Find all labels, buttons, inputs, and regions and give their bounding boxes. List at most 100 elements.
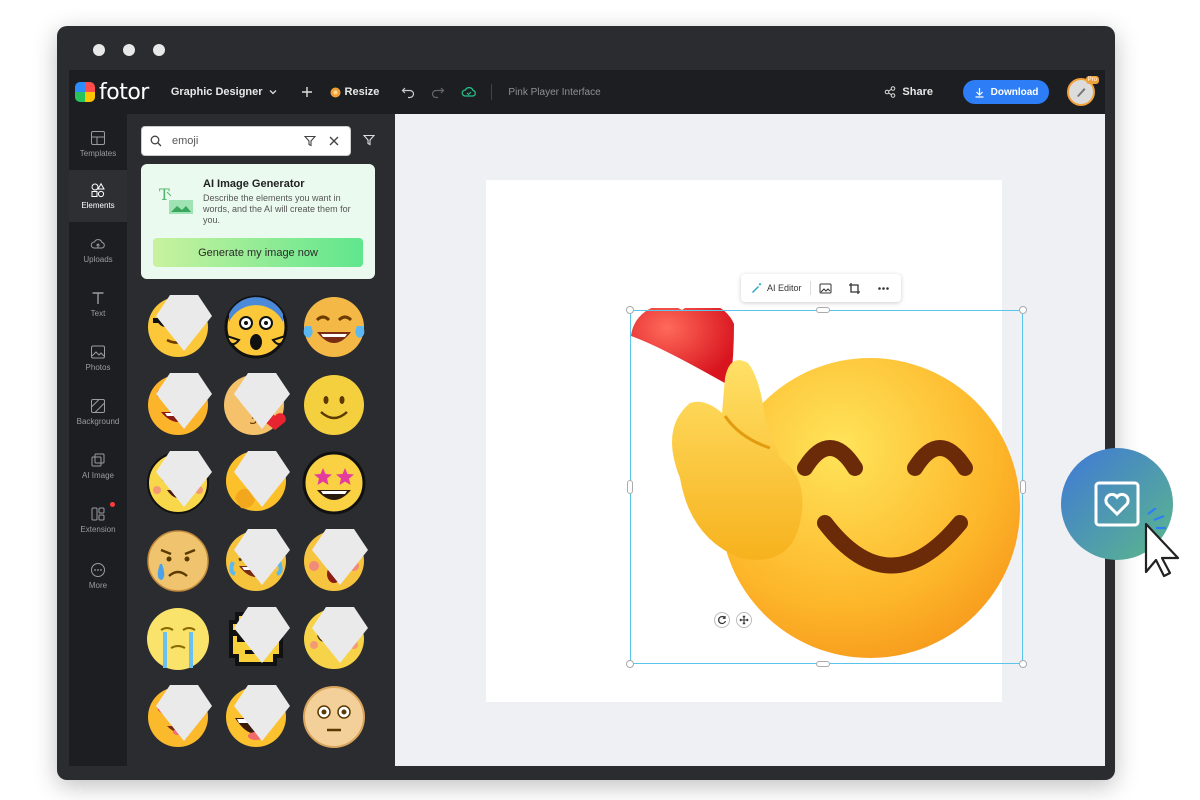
- ai-editor-label: AI Editor: [767, 283, 802, 293]
- rail-item-photos[interactable]: Photos: [69, 332, 127, 384]
- premium-badge-icon: [156, 373, 212, 429]
- magic-wand-icon: [752, 283, 762, 293]
- move-control[interactable]: [736, 612, 752, 628]
- emoji-item[interactable]: [299, 602, 369, 672]
- resize-handle-right[interactable]: [1020, 480, 1026, 494]
- emoji-item[interactable]: [299, 680, 369, 750]
- rail-label: Extension: [80, 525, 116, 534]
- ai-card-description: Describe the elements you want in words,…: [203, 193, 351, 225]
- more-icon: [91, 563, 105, 577]
- premium-badge-icon: [234, 607, 290, 663]
- move-icon: [739, 615, 749, 625]
- selection-box: [630, 310, 1023, 664]
- close-icon[interactable]: [328, 135, 340, 147]
- rail-item-elements[interactable]: Elements: [69, 170, 127, 222]
- redo-icon[interactable]: [431, 85, 445, 99]
- emoji-item[interactable]: [143, 680, 213, 750]
- crop-icon[interactable]: [848, 282, 861, 295]
- resize-handle-top[interactable]: [816, 307, 830, 313]
- premium-badge-icon: [156, 451, 212, 507]
- ai-text-to-image-icon: T: [159, 185, 193, 214]
- resize-handle-bottom-right[interactable]: [1019, 660, 1027, 668]
- star-struck-emoji-icon: [302, 451, 366, 515]
- emoji-item[interactable]: [143, 524, 213, 594]
- resize-handle-top-right[interactable]: [1019, 306, 1027, 314]
- emoji-item[interactable]: [221, 446, 291, 516]
- undo-icon[interactable]: [401, 85, 415, 99]
- generate-image-button[interactable]: Generate my image now: [153, 238, 363, 267]
- rail-item-text[interactable]: Text: [69, 278, 127, 330]
- emoji-item[interactable]: [143, 290, 213, 360]
- avatar-image-icon: [1077, 88, 1086, 97]
- premium-badge-icon: [312, 607, 368, 663]
- premium-badge-icon: [234, 685, 290, 741]
- elements-icon: [91, 182, 105, 198]
- search-icon: [150, 135, 162, 147]
- document-name[interactable]: Pink Player Interface: [508, 87, 600, 98]
- editor-workspace: AI Editor: [395, 114, 1105, 766]
- rail-label: Photos: [85, 363, 111, 372]
- rail-label: AI Image: [81, 471, 114, 480]
- resize-label: Resize: [344, 86, 380, 98]
- resize-handle-bottom-left[interactable]: [626, 660, 634, 668]
- mode-label: Graphic Designer: [170, 86, 263, 98]
- search-input[interactable]: [170, 134, 290, 148]
- rail-label: Elements: [81, 201, 115, 210]
- ai-card-title: AI Image Generator: [203, 178, 305, 190]
- emoji-item[interactable]: [143, 368, 213, 438]
- text-icon: [92, 292, 104, 304]
- resize-button[interactable]: Resize: [330, 86, 380, 98]
- templates-icon: [91, 131, 105, 145]
- ai-editor-button[interactable]: AI Editor: [751, 282, 802, 294]
- share-label: Share: [902, 86, 933, 98]
- emoji-item[interactable]: [143, 446, 213, 516]
- download-label: Download: [990, 86, 1039, 98]
- rail-label: Text: [90, 309, 106, 318]
- emoji-item[interactable]: [221, 680, 291, 750]
- premium-badge-icon: [312, 529, 368, 585]
- rail-item-more[interactable]: More: [69, 550, 127, 602]
- rail-item-templates[interactable]: Templates: [69, 118, 127, 170]
- plus-icon[interactable]: [300, 85, 314, 99]
- notification-dot: [110, 502, 115, 507]
- rail-label: Templates: [79, 149, 117, 158]
- window-dot: [153, 44, 165, 56]
- more-options-icon[interactable]: [877, 282, 890, 295]
- scream-emoji-icon: [224, 295, 288, 359]
- resize-handle-top-left[interactable]: [626, 306, 634, 314]
- replace-image-icon[interactable]: [819, 282, 832, 295]
- rail-item-background[interactable]: Background: [69, 386, 127, 438]
- rail-label: Background: [76, 417, 120, 426]
- emoji-item[interactable]: 3: [221, 368, 291, 438]
- emoji-item[interactable]: [299, 524, 369, 594]
- window-dot: [93, 44, 105, 56]
- download-button[interactable]: Download: [963, 80, 1049, 104]
- fotor-logo[interactable]: fotor: [75, 80, 149, 105]
- emoji-item[interactable]: [143, 602, 213, 672]
- extension-icon: [91, 507, 105, 521]
- user-avatar[interactable]: Pro: [1067, 76, 1099, 106]
- search-filter-icon[interactable]: [304, 135, 316, 147]
- rotate-control[interactable]: [714, 612, 730, 628]
- mode-dropdown[interactable]: Graphic Designer: [171, 86, 278, 98]
- emoji-item[interactable]: [299, 290, 369, 360]
- cloud-saved-icon[interactable]: [461, 85, 477, 99]
- emoji-item[interactable]: [299, 446, 369, 516]
- filter-icon[interactable]: [363, 134, 375, 146]
- ai-image-generator-card: T AI Image Generator Describe the elemen…: [141, 164, 375, 279]
- rail-item-uploads[interactable]: Uploads: [69, 224, 127, 276]
- browser-window: fotor Graphic Designer Resize Pink Playe…: [57, 26, 1115, 780]
- premium-badge-icon: [234, 373, 290, 429]
- design-canvas[interactable]: AI Editor: [486, 180, 1027, 702]
- resize-handle-left[interactable]: [627, 480, 633, 494]
- rail-item-extension[interactable]: Extension: [69, 494, 127, 546]
- emoji-item[interactable]: [221, 524, 291, 594]
- emoji-item[interactable]: [299, 368, 369, 438]
- emoji-item[interactable]: [221, 290, 291, 360]
- rail-item-ai-image[interactable]: AI Image: [69, 440, 127, 492]
- svg-text:T: T: [159, 185, 170, 204]
- share-button[interactable]: Share: [884, 86, 933, 98]
- emoji-item[interactable]: [221, 602, 291, 672]
- smiley-emoji-icon: [304, 375, 364, 435]
- resize-handle-bottom[interactable]: [816, 661, 830, 667]
